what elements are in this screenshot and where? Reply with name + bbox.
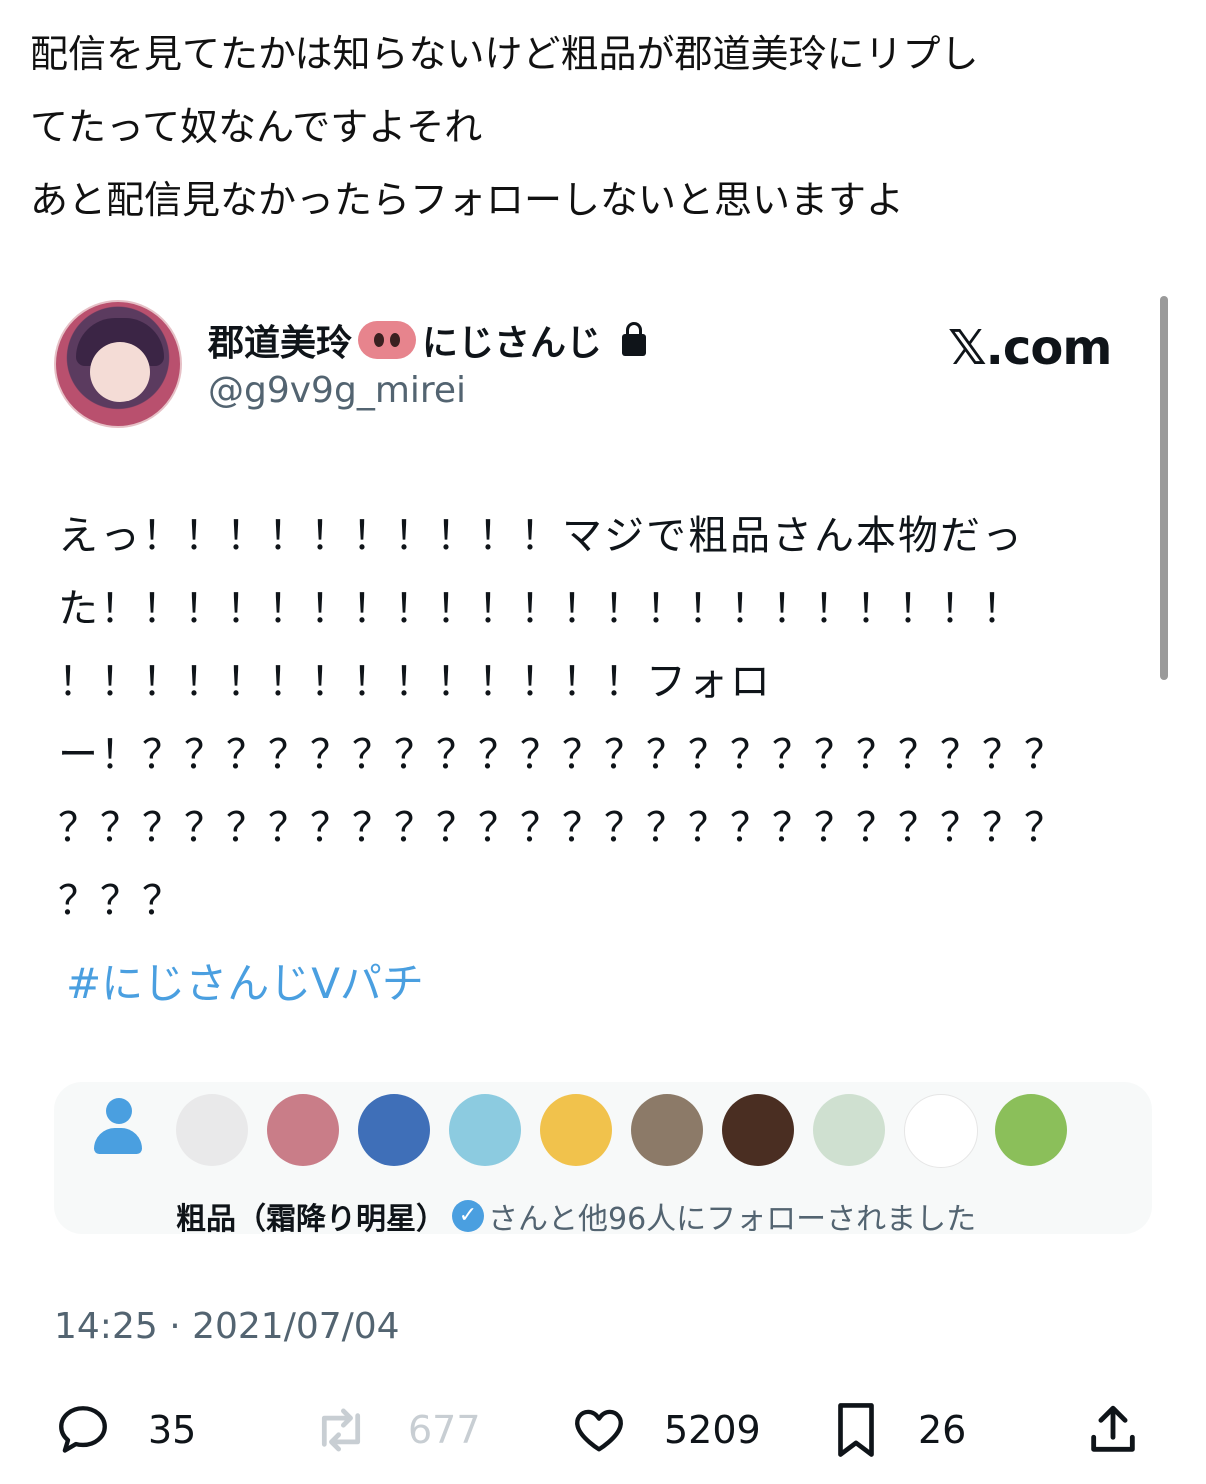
tweet-body-line: ！！！！！！！！！！！！！！フォロ [58, 659, 772, 705]
follower-avatar[interactable] [358, 1094, 430, 1166]
author-name-part1: 郡道美玲 [208, 323, 353, 364]
follower-avatar[interactable] [722, 1094, 794, 1166]
followed-by-panel[interactable]: 粗品（霜降り明星） ✓ さんと他96人にフォローされました [54, 1082, 1152, 1237]
repost-icon [321, 1408, 361, 1452]
author-handle[interactable]: @g9v9g_mirei [208, 370, 466, 411]
author-avatar[interactable] [54, 300, 182, 428]
source-label: 𝕏.com [948, 320, 1112, 376]
tweet-body-line: ー！？？？？？？？？？？？？？？？？？？？？？？ [58, 732, 1066, 778]
reply-button[interactable]: 35 [54, 1390, 196, 1470]
action-bar: 35 677 5209 26 [0, 1390, 1206, 1470]
follower-avatar[interactable] [267, 1094, 339, 1166]
scrollbar[interactable] [1160, 296, 1168, 680]
quote-text-line: てたって奴なんですよそれ [30, 105, 483, 149]
avatar-face [90, 342, 150, 402]
follower-avatar[interactable] [904, 1094, 978, 1168]
author-name-part2: にじさんじ [422, 323, 603, 364]
follower-name[interactable]: 粗品（霜降り明星） [176, 1194, 446, 1238]
hashtag-link[interactable]: #にじさんじVパチ [66, 950, 424, 1011]
follower-avatar[interactable] [449, 1094, 521, 1166]
repost-button[interactable]: 677 [310, 1390, 481, 1470]
bookmark-count: 26 [918, 1408, 967, 1452]
followed-by-text: 粗品（霜降り明星） ✓ さんと他96人にフォローされました [176, 1194, 976, 1238]
quote-text-line: 配信を見てたかは知らないけど粗品が郡道美玲にリプし [30, 32, 979, 76]
person-icon [92, 1098, 144, 1160]
tweet-body: えっ！！！！！！！！！！マジで粗品さん本物だっ た！！！！！！！！！！！！！！！… [58, 500, 1128, 938]
quote-text: 配信を見てたかは知らないけど粗品が郡道美玲にリプし てたって奴なんですよそれ あ… [30, 18, 1180, 237]
lock-icon [622, 322, 647, 356]
followed-by-suffix: さんと他96人にフォローされました [488, 1202, 977, 1237]
tweet-body-line: ？？？？？？？？？？？？？？？？？？？？？？？？ [58, 805, 1066, 851]
author-name[interactable]: 郡道美玲 にじさんじ [208, 314, 647, 366]
verified-check-icon: ✓ [452, 1200, 484, 1232]
follower-avatar[interactable] [176, 1094, 248, 1166]
repost-count: 677 [408, 1408, 481, 1452]
follower-avatar[interactable] [631, 1094, 703, 1166]
quote-text-line: あと配信見なかったらフォローしないと思いますよ [30, 178, 905, 222]
tweet-body-line: ？？？ [58, 878, 184, 924]
share-icon [1091, 1405, 1135, 1452]
bookmark-icon [838, 1403, 874, 1457]
tweet-body-line: た！！！！！！！！！！！！！！！！！！！！！！ [58, 586, 1024, 632]
reply-count: 35 [148, 1408, 197, 1452]
pig-nose-icon [358, 321, 417, 359]
tweet-body-line: えっ！！！！！！！！！！マジで粗品さん本物だっ [58, 513, 1024, 559]
like-count: 5209 [664, 1408, 761, 1452]
follower-avatar[interactable] [813, 1094, 885, 1166]
follower-avatar[interactable] [995, 1094, 1067, 1166]
tweet-timestamp[interactable]: 14:25 · 2021/07/04 [54, 1306, 400, 1347]
share-button[interactable] [1084, 1390, 1142, 1470]
bookmark-button[interactable]: 26 [830, 1390, 966, 1470]
like-button[interactable]: 5209 [570, 1390, 761, 1470]
follower-avatar[interactable] [540, 1094, 612, 1166]
heart-icon [575, 1409, 623, 1452]
reply-icon [59, 1406, 107, 1453]
